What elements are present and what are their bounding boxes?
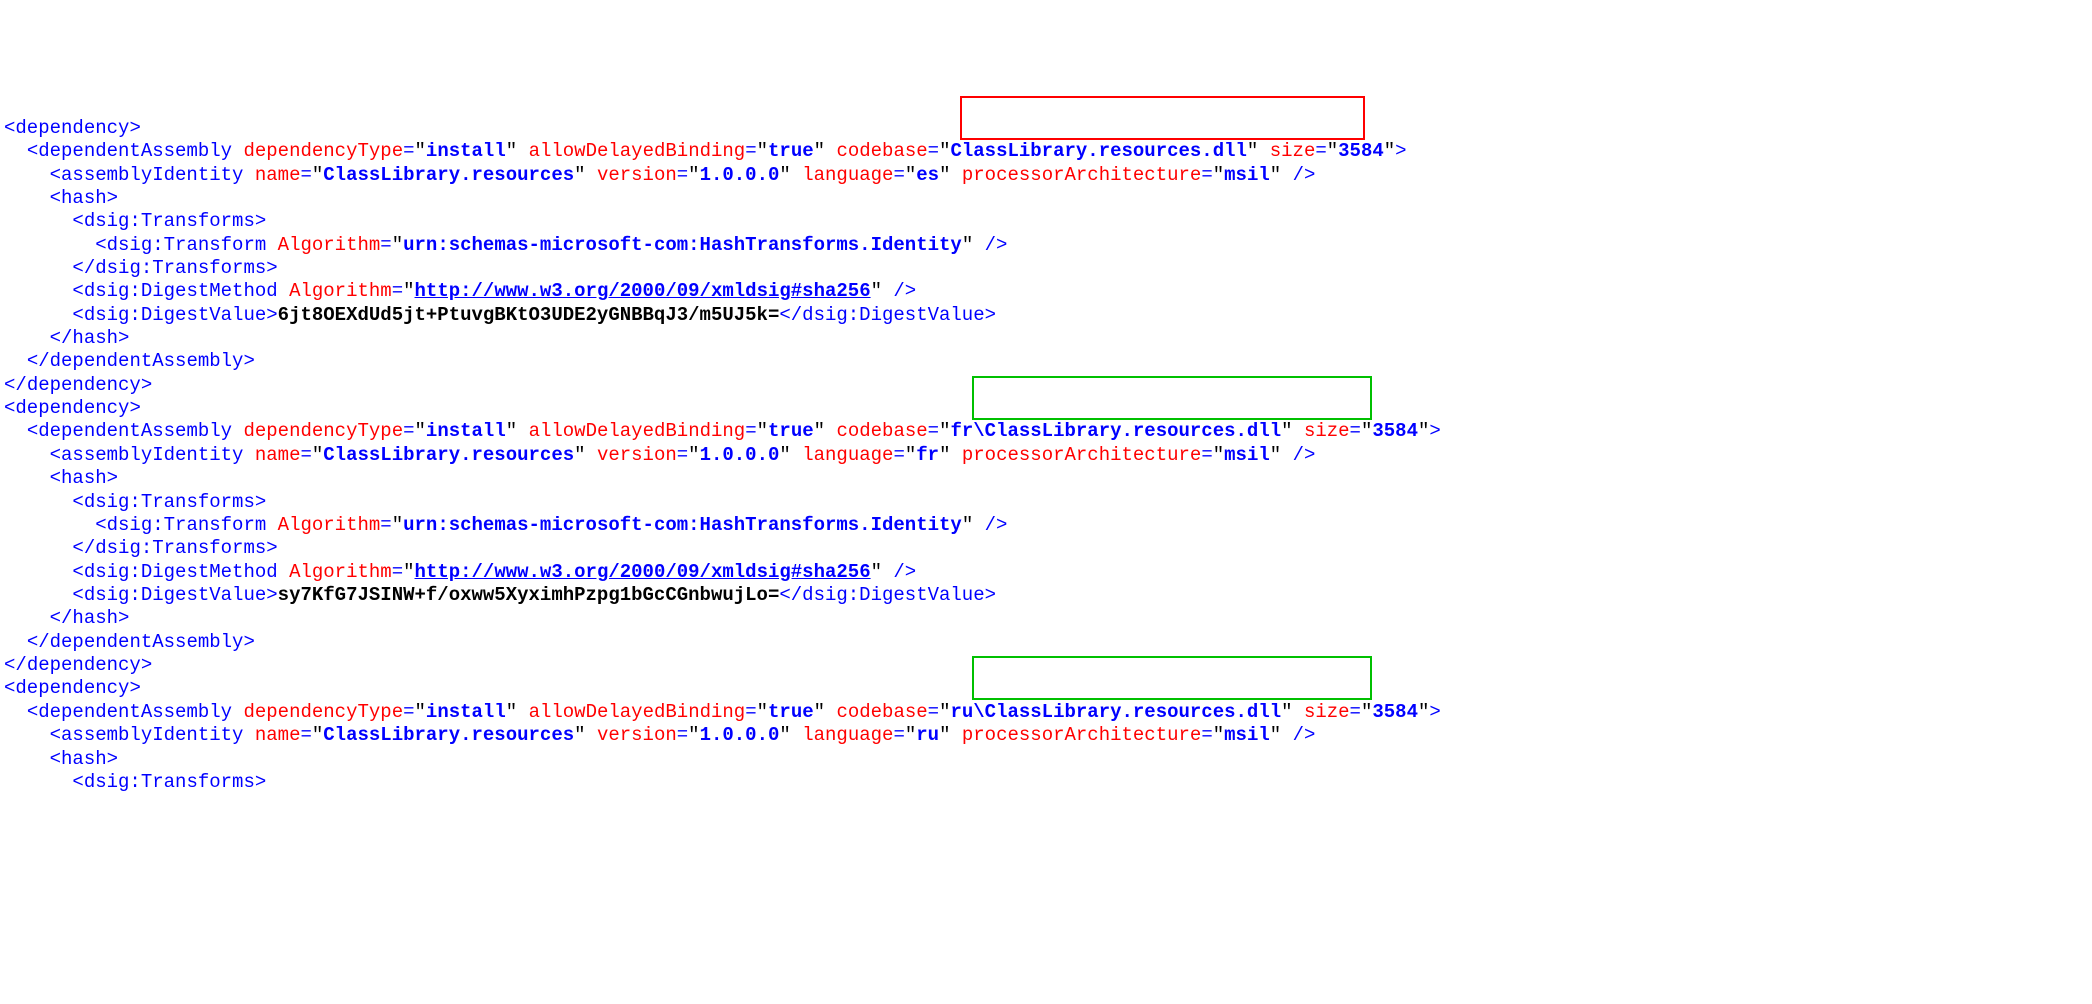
line: <dsig:DigestValue>6jt8OEXdUd5jt+PtuvgBKt… (4, 304, 996, 326)
line: </hash> (4, 607, 129, 629)
line: </dependentAssembly> (4, 631, 255, 653)
line: <assemblyIdentity name="ClassLibrary.res… (4, 444, 1315, 466)
line: <dsig:DigestMethod Algorithm="http://www… (4, 280, 916, 302)
line: <dsig:Transform Algorithm="urn:schemas-m… (4, 234, 1007, 256)
line: <dependency> (4, 397, 141, 419)
line: <dependentAssembly dependencyType="insta… (4, 701, 1441, 723)
line: <hash> (4, 187, 118, 209)
line: <assemblyIdentity name="ClassLibrary.res… (4, 724, 1315, 746)
line: <dependentAssembly dependencyType="insta… (4, 420, 1441, 442)
line: <hash> (4, 748, 118, 770)
line: <hash> (4, 467, 118, 489)
line: <dsig:Transforms> (4, 210, 266, 232)
line: </dsig:Transforms> (4, 537, 278, 559)
xml-code-block: <dependency> <dependentAssembly dependen… (0, 93, 2092, 887)
line: </dependency> (4, 374, 152, 396)
line: <dsig:Transforms> (4, 491, 266, 513)
highlight-box-green (972, 376, 1372, 420)
highlight-box-green (972, 656, 1372, 700)
highlight-box-red (960, 96, 1365, 140)
line: <dependentAssembly dependencyType="insta… (4, 140, 1407, 162)
line: </hash> (4, 327, 129, 349)
line: <dependency> (4, 677, 141, 699)
line: </dependency> (4, 654, 152, 676)
line: <dsig:Transform Algorithm="urn:schemas-m… (4, 514, 1007, 536)
line: <dsig:DigestMethod Algorithm="http://www… (4, 561, 916, 583)
line: </dsig:Transforms> (4, 257, 278, 279)
line: </dependentAssembly> (4, 350, 255, 372)
line: <dependency> (4, 117, 141, 139)
line: <dsig:Transforms> (4, 771, 266, 793)
line: <dsig:DigestValue>sy7KfG7JSINW+f/oxww5Xy… (4, 584, 996, 606)
line: <assemblyIdentity name="ClassLibrary.res… (4, 164, 1315, 186)
